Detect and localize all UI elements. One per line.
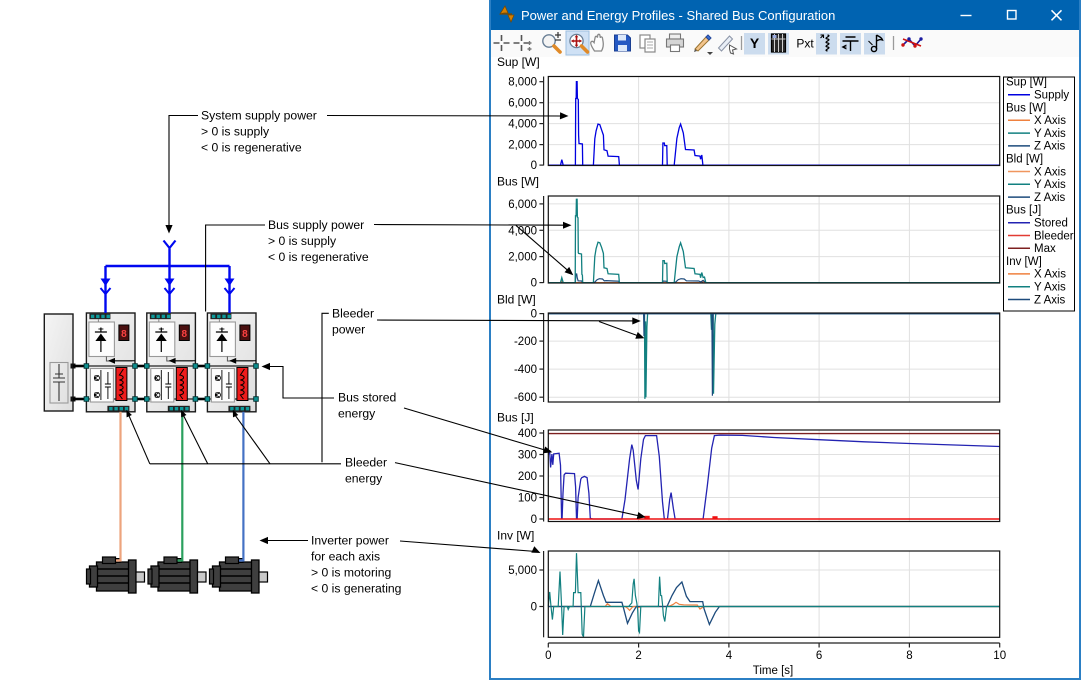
svg-text:0: 0 [531, 278, 537, 290]
svg-text:X Axis: X Axis [1034, 166, 1066, 178]
svg-text:Y Axis: Y Axis [1034, 128, 1066, 140]
svg-text:Bus supply power: Bus supply power [268, 218, 364, 232]
svg-text:> 0 is supply: > 0 is supply [268, 234, 337, 248]
svg-text:0: 0 [531, 160, 537, 172]
svg-text:0: 0 [531, 602, 537, 614]
svg-text:Bleeder: Bleeder [332, 307, 374, 321]
svg-text:for each axis: for each axis [311, 550, 380, 564]
svg-text:X Axis: X Axis [1034, 115, 1066, 127]
svg-text:-200: -200 [514, 336, 537, 348]
svg-text:System supply power: System supply power [201, 109, 317, 123]
svg-text:-600: -600 [514, 392, 537, 404]
svg-text:4: 4 [726, 650, 733, 662]
svg-text:300: 300 [518, 450, 537, 462]
svg-text:Bld [W]: Bld [W] [1006, 154, 1043, 166]
svg-text:8: 8 [121, 329, 127, 340]
svg-text:6: 6 [816, 650, 822, 662]
svg-text:Z Axis: Z Axis [1034, 192, 1066, 204]
svg-text:Inv [W]: Inv [W] [497, 529, 534, 543]
svg-text:Y Axis: Y Axis [1034, 179, 1066, 191]
svg-text:5,000: 5,000 [508, 565, 537, 577]
svg-text:Inv [W]: Inv [W] [1006, 256, 1042, 268]
svg-text:Power and Energy Profiles - Sh: Power and Energy Profiles - Shared Bus C… [521, 8, 835, 23]
svg-text:8: 8 [906, 650, 912, 662]
svg-text:Bleeder: Bleeder [345, 456, 387, 470]
svg-text:energy: energy [338, 407, 376, 421]
svg-text:> 0 is motoring: > 0 is motoring [311, 566, 391, 580]
svg-text:Supply: Supply [1034, 90, 1069, 102]
svg-text:8,000: 8,000 [508, 77, 537, 89]
svg-text:Bus stored: Bus stored [338, 391, 396, 405]
svg-text:6,000: 6,000 [508, 98, 537, 110]
svg-text:4,000: 4,000 [508, 119, 537, 131]
svg-text:2,000: 2,000 [508, 252, 537, 264]
svg-text:Sup [W]: Sup [W] [497, 55, 540, 69]
svg-text:200: 200 [518, 471, 537, 483]
svg-text:Stored: Stored [1034, 218, 1068, 230]
svg-text:X Axis: X Axis [1034, 269, 1066, 281]
svg-text:Bus [J]: Bus [J] [497, 411, 534, 425]
svg-text:energy: energy [345, 472, 383, 486]
svg-text:Z Axis: Z Axis [1034, 294, 1066, 306]
svg-text:Time [s]: Time [s] [753, 665, 793, 677]
svg-text:Bus [W]: Bus [W] [1006, 102, 1046, 114]
svg-text:400: 400 [518, 428, 537, 440]
svg-text:Sup [W]: Sup [W] [1006, 77, 1047, 89]
svg-text:> 0 is supply: > 0 is supply [201, 125, 270, 139]
svg-text:-400: -400 [514, 364, 537, 376]
svg-text:Bld [W]: Bld [W] [497, 293, 536, 307]
svg-text:10: 10 [993, 650, 1006, 662]
svg-text:< 0 is regenerative: < 0 is regenerative [268, 250, 369, 264]
svg-text:0: 0 [531, 309, 537, 321]
svg-text:< 0 is generating: < 0 is generating [311, 582, 401, 596]
svg-text:8: 8 [242, 329, 248, 340]
svg-text:Pxt: Pxt [796, 37, 814, 51]
svg-text:100: 100 [518, 493, 537, 505]
svg-text:Y Axis: Y Axis [1034, 282, 1066, 294]
svg-text:0: 0 [545, 650, 551, 662]
svg-text:2: 2 [635, 650, 641, 662]
svg-text:Y: Y [750, 35, 760, 51]
svg-text:Bus [W]: Bus [W] [497, 175, 539, 189]
svg-text:Inverter power: Inverter power [311, 534, 389, 548]
svg-text:Bleeder: Bleeder [1034, 230, 1074, 242]
svg-text:power: power [332, 323, 365, 337]
svg-text:Max: Max [1034, 243, 1056, 255]
svg-text:6,000: 6,000 [508, 199, 537, 211]
svg-text:2,000: 2,000 [508, 140, 537, 152]
svg-text:8: 8 [182, 329, 188, 340]
svg-text:Z Axis: Z Axis [1034, 141, 1066, 153]
svg-text:0: 0 [531, 514, 537, 526]
svg-text:< 0 is regenerative: < 0 is regenerative [201, 141, 302, 155]
svg-text:Bus [J]: Bus [J] [1006, 205, 1041, 217]
